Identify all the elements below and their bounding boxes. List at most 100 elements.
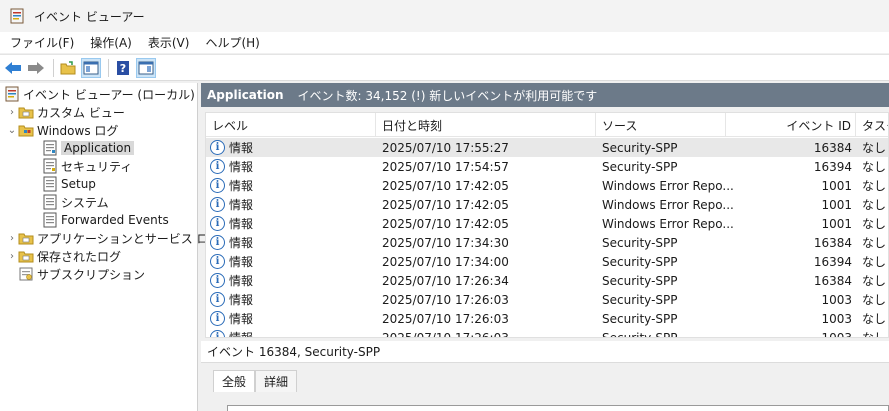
tab-general[interactable]: 全般 (213, 370, 256, 392)
info-icon: i (210, 140, 225, 155)
source-cell: Security-SPP (602, 140, 678, 155)
level-text: 情報 (229, 293, 254, 307)
level-cell: i 情報 (210, 309, 253, 328)
event-id-cell: 16394 (813, 159, 852, 174)
folder-icon (18, 248, 34, 264)
folder-icon (18, 230, 34, 246)
tree-item-forwarded-events[interactable]: Forwarded Events (42, 211, 169, 229)
source-cell: Windows Error Repo... (602, 216, 734, 231)
level-cell: i 情報 (210, 214, 253, 233)
event-id-cell: 1003 (821, 292, 852, 307)
table-row[interactable]: i 情報 2025/07/10 17:42:05 Windows Error Repo… (206, 214, 888, 233)
source-cell: Security-SPP (602, 330, 678, 338)
task-cell: なし (862, 160, 887, 174)
event-id-cell: 16384 (813, 235, 852, 250)
level-text: 情報 (229, 236, 254, 250)
subscription-icon (18, 266, 34, 282)
windows-logs-folder-icon (18, 122, 34, 138)
table-row[interactable]: i 情報 2025/07/10 17:55:27 Security-SPP 16384 な… (206, 138, 888, 157)
tree-item-label: システム (61, 195, 109, 210)
level-text: 情報 (229, 160, 254, 174)
level-cell: i 情報 (210, 195, 253, 214)
level-text: 情報 (229, 217, 254, 231)
datetime-cell: 2025/07/10 17:26:03 (382, 311, 509, 326)
event-id-cell: 1001 (821, 178, 852, 193)
chevron-right-icon[interactable]: › (6, 107, 18, 118)
toolbar-separator (108, 58, 109, 77)
log-icon (42, 158, 58, 174)
help-button[interactable]: ? (113, 58, 133, 78)
tree-item-custom-views[interactable]: › カスタム ビュー (6, 103, 125, 121)
tree-item-saved-logs[interactable]: › 保存されたログ (6, 247, 121, 265)
level-cell: i 情報 (210, 328, 253, 337)
log-pane-title: Application (207, 88, 284, 102)
console-tree-button[interactable] (81, 57, 101, 78)
menu-bar: ファイル(F) 操作(A) 表示(V) ヘルプ(H) (0, 32, 889, 53)
tree-item-security[interactable]: セキュリティ (42, 157, 132, 175)
task-cell: なし (862, 331, 887, 338)
info-icon: i (210, 273, 225, 288)
table-row[interactable]: i 情報 2025/07/10 17:26:34 Security-SPP 16384 な… (206, 271, 888, 290)
log-icon (42, 176, 58, 192)
task-cell: なし (862, 312, 887, 326)
column-header-source[interactable]: ソース (596, 113, 726, 137)
level-text: 情報 (229, 274, 254, 288)
forward-button[interactable] (26, 58, 46, 78)
log-pane-header: Application イベント数: 34,152 (!) 新しいイベントが利用… (201, 83, 889, 107)
menu-file[interactable]: ファイル(F) (2, 34, 82, 51)
event-list-header: レベル 日付と時刻 ソース イベント ID タスク (206, 113, 888, 137)
chevron-right-icon[interactable]: › (6, 251, 18, 262)
menu-view[interactable]: 表示(V) (140, 34, 198, 51)
open-folder-button[interactable] (58, 58, 78, 78)
tree-item-subscriptions[interactable]: サブスクリプション (18, 265, 145, 283)
event-detail-title: イベント 16384, Security-SPP (207, 345, 381, 359)
tree-item-windows-logs[interactable]: ⌄ Windows ログ (6, 121, 119, 139)
menu-action[interactable]: 操作(A) (82, 34, 140, 51)
tab-details[interactable]: 詳細 (255, 370, 298, 392)
chevron-right-icon[interactable]: › (6, 233, 18, 244)
back-icon (5, 61, 21, 74)
column-header-datetime[interactable]: 日付と時刻 (376, 113, 596, 137)
tree-item-app-service-logs[interactable]: › アプリケーションとサービス ログ (6, 229, 221, 247)
info-icon: i (210, 235, 225, 250)
datetime-cell: 2025/07/10 17:42:05 (382, 197, 509, 212)
level-cell: i 情報 (210, 290, 253, 309)
column-header-event-id[interactable]: イベント ID (726, 113, 856, 137)
action-pane-button[interactable] (136, 57, 156, 78)
svg-text:?: ? (120, 62, 126, 75)
tree-item-label: セキュリティ (61, 159, 133, 174)
tree-item-label: カスタム ビュー (37, 105, 125, 120)
tree-item-system[interactable]: システム (42, 193, 109, 211)
table-row[interactable]: i 情報 2025/07/10 17:34:00 Security-SPP 16394 な… (206, 252, 888, 271)
info-icon: i (210, 216, 225, 231)
table-row[interactable]: i 情報 2025/07/10 17:54:57 Security-SPP 16394 な… (206, 157, 888, 176)
table-row[interactable]: i 情報 2025/07/10 17:26:03 Security-SPP 1003 なし (206, 309, 888, 328)
column-header-level[interactable]: レベル (206, 113, 376, 137)
tree-item-label: イベント ビューアー (ローカル) (23, 87, 195, 102)
table-row[interactable]: i 情報 2025/07/10 17:42:05 Windows Error Repo… (206, 176, 888, 195)
level-text: 情報 (229, 141, 254, 155)
level-text: 情報 (229, 312, 254, 326)
datetime-cell: 2025/07/10 17:26:03 (382, 292, 509, 307)
tree-item-setup[interactable]: Setup (42, 175, 96, 193)
toolbar-separator (53, 58, 54, 77)
window-title: イベント ビューアー (34, 9, 145, 24)
event-detail-body: 全般 詳細 (201, 363, 889, 411)
table-row[interactable]: i 情報 2025/07/10 17:34:30 Security-SPP 16384 な… (206, 233, 888, 252)
event-list: レベル 日付と時刻 ソース イベント ID タスク i 情報 2025/07/10 … (205, 112, 889, 338)
event-count-text: イベント数: 34,152 (!) 新しいイベントが利用可能です (297, 88, 598, 103)
menu-help[interactable]: ヘルプ(H) (197, 34, 267, 51)
table-row[interactable]: i 情報 2025/07/10 17:26:03 Security-SPP 1003 なし (206, 328, 888, 338)
event-detail-content (227, 405, 889, 411)
folder-icon (18, 104, 34, 120)
column-header-task[interactable]: タスク (856, 113, 888, 137)
table-row[interactable]: i 情報 2025/07/10 17:42:05 Windows Error Repo… (206, 195, 888, 214)
back-button[interactable] (3, 58, 23, 78)
tree-item-root[interactable]: イベント ビューアー (ローカル) (4, 85, 195, 103)
table-row[interactable]: i 情報 2025/07/10 17:26:03 Security-SPP 1003 なし (206, 290, 888, 309)
log-icon (42, 212, 58, 228)
level-cell: i 情報 (210, 157, 253, 176)
chevron-down-icon[interactable]: ⌄ (6, 125, 18, 136)
tree-item-application[interactable]: Application (42, 139, 135, 157)
title-bar: イベント ビューアー (0, 0, 889, 32)
